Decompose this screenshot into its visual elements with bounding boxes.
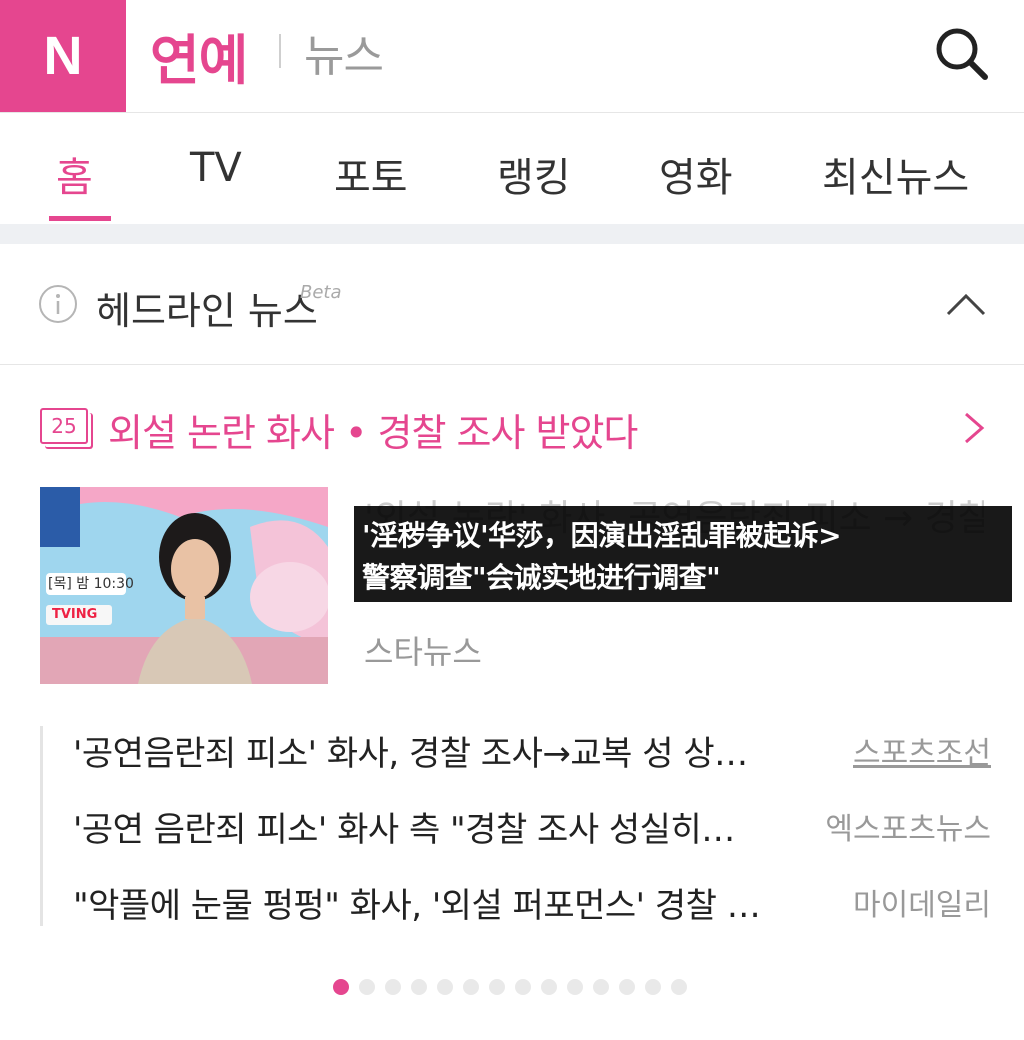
page-dot[interactable]	[515, 979, 531, 995]
topic-title: 외설 논란 화사 • 경찰 조사 받았다	[108, 411, 638, 455]
chevron-up-icon	[946, 293, 986, 316]
section-title[interactable]: 연예	[150, 16, 248, 95]
collapse-button[interactable]	[942, 284, 990, 324]
topic-cluster-link[interactable]: 25 외설 논란 화사 • 경찰 조사 받았다	[0, 392, 1024, 466]
page-dot[interactable]	[541, 979, 557, 995]
naver-logo[interactable]: N	[0, 0, 126, 112]
headline-news-title: 헤드라인 뉴스	[96, 289, 318, 333]
related-source: 마이데일리	[853, 888, 991, 923]
page-dot[interactable]	[489, 979, 505, 995]
logo-letter: N	[43, 26, 83, 86]
section-subtitle[interactable]: 뉴스	[304, 20, 384, 84]
subtitle-line-2: 警察调查"会诚实地进行调查"	[362, 561, 721, 594]
info-icon[interactable]	[38, 284, 78, 324]
chevron-right-icon	[965, 412, 985, 444]
page-dot[interactable]	[593, 979, 609, 995]
page-dot[interactable]	[645, 979, 661, 995]
page-dot[interactable]	[359, 979, 375, 995]
title-divider	[279, 34, 281, 68]
list-item[interactable]: "악플에 눈물 펑펑" 화사, '외설 퍼포먼스' 경찰 … 마이데일리	[73, 878, 991, 928]
article-count-badge: 25	[40, 408, 88, 444]
search-icon	[936, 28, 988, 80]
page-dot[interactable]	[385, 979, 401, 995]
tab-home[interactable]: 홈	[56, 145, 93, 203]
pagination-dots	[333, 979, 687, 995]
page-dot[interactable]	[619, 979, 635, 995]
thumb-brand: TVING	[52, 607, 98, 622]
app-header: N 연예 뉴스	[0, 0, 1024, 113]
related-title: '공연 음란죄 피소' 화사 측 "경찰 조사 성실히…	[73, 810, 735, 850]
related-title: "악플에 눈물 펑펑" 화사, '외설 퍼포먼스' 경찰 …	[73, 886, 761, 926]
headline-news-header: 헤드라인 뉴스 Beta	[0, 244, 1024, 365]
related-articles-list: '공연음란죄 피소' 화사, 경찰 조사→교복 성 상… 스포츠조선 '공연 음…	[40, 726, 993, 926]
active-tab-indicator	[49, 216, 111, 221]
page-dot[interactable]	[437, 979, 453, 995]
tab-latest-news[interactable]: 최신뉴스	[822, 145, 969, 203]
tab-movie[interactable]: 영화	[659, 145, 733, 203]
subtitle-line-1: '淫秽争议'华莎，因演出淫乱罪被起诉>	[362, 519, 842, 552]
translation-overlay: '淫秽争议'华莎，因演出淫乱罪被起诉> 警察调查"会诚实地进行调查"	[354, 506, 1012, 602]
thumb-airtime: [목] 밤 10:30	[48, 576, 134, 592]
page-dot[interactable]	[671, 979, 687, 995]
featured-thumbnail[interactable]: [목] 밤 10:30 TVING	[40, 487, 328, 684]
search-button[interactable]	[928, 20, 994, 86]
list-item[interactable]: '공연 음란죄 피소' 화사 측 "경찰 조사 성실히… 엑스포츠뉴스	[73, 802, 991, 852]
page-dot[interactable]	[567, 979, 583, 995]
page-dot[interactable]	[333, 979, 349, 995]
tab-ranking[interactable]: 랭킹	[497, 145, 571, 203]
category-tabs: 홈 TV 포토 랭킹 영화 최신뉴스	[0, 112, 1024, 224]
beta-badge: Beta	[300, 282, 342, 303]
tab-photo[interactable]: 포토	[334, 145, 408, 203]
tab-tv[interactable]: TV	[190, 145, 242, 191]
page-dot[interactable]	[411, 979, 427, 995]
page-dot[interactable]	[463, 979, 479, 995]
related-source: 엑스포츠뉴스	[825, 812, 991, 847]
related-source: 스포츠조선	[853, 736, 991, 771]
list-item[interactable]: '공연음란죄 피소' 화사, 경찰 조사→교복 성 상… 스포츠조선	[73, 726, 991, 776]
related-title: '공연음란죄 피소' 화사, 경찰 조사→교복 성 상…	[73, 734, 748, 774]
featured-article-source: 스타뉴스	[364, 633, 482, 671]
section-gap	[0, 224, 1024, 244]
